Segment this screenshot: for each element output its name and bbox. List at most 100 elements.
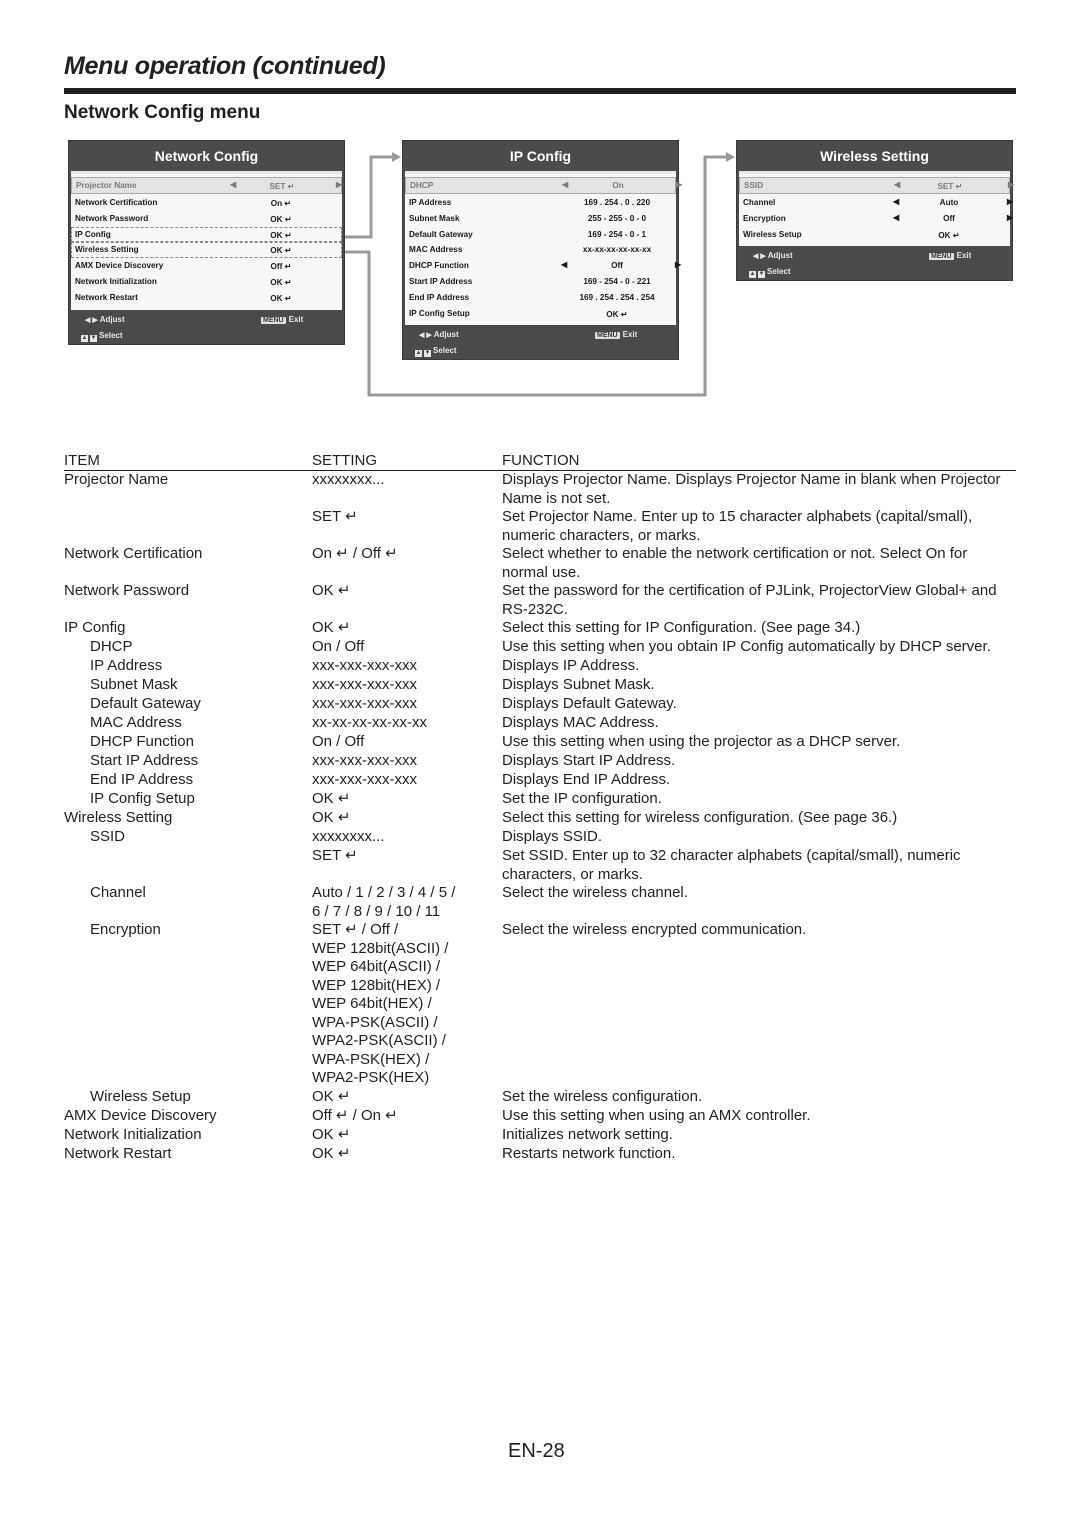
menu-item-value: On xyxy=(612,181,624,190)
menu-item[interactable]: DHCP On ◀ ▶ xyxy=(405,177,682,194)
left-arrow-icon[interactable]: ◀ xyxy=(561,260,567,269)
exit-hint[interactable]: MENU Exit xyxy=(595,330,638,340)
menu-item[interactable]: DHCP Function Off ◀ ▶ xyxy=(405,258,681,274)
setting-line: xx-xx-xx-xx-xx-xx xyxy=(312,714,427,731)
menu-item[interactable]: End IP Address 169 . 254 . 254 . 254 xyxy=(405,290,676,306)
select-hint: ▲ ▼ Select xyxy=(415,346,457,358)
menu-item-value: OK ↵ xyxy=(270,277,292,287)
table-row: SET ↵ Set Projector Name. Enter up to 15 … xyxy=(64,508,1016,545)
menu-footer: ◀ ▶ Adjust ▲ ▼ Select MENU Exit xyxy=(69,310,344,344)
menu-item-label: Encryption xyxy=(743,213,786,223)
menu-item-value: Off xyxy=(943,213,955,223)
menu-item[interactable]: IP Config Setup OK ↵ xyxy=(405,306,676,322)
setting-line: xxxxxxxx... xyxy=(312,828,385,845)
menu-item[interactable]: Subnet Mask 255 - 255 - 0 - 0 xyxy=(405,211,676,227)
menu-item-value: OK ↵ xyxy=(606,309,628,319)
table-row: IP Config OK ↵ Select this setting for IP … xyxy=(64,619,1016,638)
select-label: Select xyxy=(767,267,791,277)
menu-item-label: DHCP xyxy=(410,181,434,190)
menu-item-label: IP Config xyxy=(75,229,111,239)
item-cell: Wireless Setting xyxy=(64,809,173,826)
menu-item-label: Network Password xyxy=(75,213,149,223)
function-cell: Use this setting when using the projecto… xyxy=(502,733,901,750)
menu-item-label: Projector Name xyxy=(76,181,137,190)
setting-line: Off ↵ / On ↵ xyxy=(312,1107,398,1124)
setting-cell: SET ↵ xyxy=(312,847,492,866)
menu-item-value: 169 - 254 - 0 - 221 xyxy=(583,276,651,286)
item-cell: Projector Name xyxy=(64,471,169,488)
setting-cell: xxx-xxx-xxx-xxx xyxy=(312,657,492,676)
menu-item[interactable]: Channel Auto ◀ ▶ xyxy=(739,195,1013,211)
left-right-arrows-icon: ◀ ▶ xyxy=(85,316,98,324)
setting-line: xxx-xxx-xxx-xxx xyxy=(312,676,417,693)
setting-cell: SET ↵ xyxy=(312,508,492,527)
setting-line: WEP 64bit(ASCII) / xyxy=(312,958,441,975)
right-arrow-icon[interactable]: ▶ xyxy=(1007,213,1013,222)
setting-line: OK ↵ xyxy=(312,809,351,826)
adjust-hint: ◀ ▶ Adjust xyxy=(85,315,125,324)
exit-label: Exit xyxy=(622,330,638,340)
menu-item-value: Off ↵ xyxy=(270,262,292,272)
item-cell: Network Restart xyxy=(64,1145,172,1162)
table-row: DHCP Function On / Off Use this setting wh… xyxy=(64,733,1016,752)
menu-item[interactable]: Network Password OK ↵ xyxy=(71,211,342,227)
menu-item[interactable]: Projector Name SET ↵ ◀ ▶ xyxy=(71,177,342,194)
menu-item[interactable]: SSID SET ↵ ◀ ▶ xyxy=(739,177,1014,194)
menu-body: DHCP On ◀ ▶ IP Address 169 . 254 . 0 . 220 Sub… xyxy=(405,171,682,326)
menu-item-value: OK ↵ xyxy=(270,214,292,224)
item-cell: Start IP Address xyxy=(90,752,199,769)
menu-item[interactable]: IP Address 169 . 254 . 0 . 220 xyxy=(405,195,676,211)
menu-item[interactable]: Encryption Off ◀ ▶ xyxy=(739,211,1013,227)
right-arrow-icon[interactable]: ▶ xyxy=(675,260,681,269)
down-arrow-icon: ▼ xyxy=(90,334,97,342)
exit-hint[interactable]: MENU Exit xyxy=(261,315,303,324)
adjust-label: Adjust xyxy=(767,251,793,261)
setting-cell: xxx-xxx-xxx-xxx xyxy=(312,676,492,695)
menu-body: SSID SET ↵ ◀ ▶ Channel Auto ◀ ▶ Encryption Off ◀ ▶ W… xyxy=(739,171,1014,247)
menu-item-label: End IP Address xyxy=(409,292,470,302)
menu-item-value: xx-xx-xx-xx-xx-xx xyxy=(582,245,652,255)
right-arrow-icon[interactable]: ▶ xyxy=(1007,197,1013,206)
menu-item[interactable]: Network Restart OK ↵ xyxy=(71,290,342,306)
menu-item[interactable]: Start IP Address 169 - 254 - 0 - 221 xyxy=(405,274,676,290)
menu-item-value: 169 - 254 - 0 - 1 xyxy=(587,229,647,239)
left-arrow-icon[interactable]: ◀ xyxy=(893,197,899,206)
right-arrow-icon[interactable]: ▶ xyxy=(1008,180,1014,189)
item-cell: Network Certification xyxy=(64,545,203,562)
menu-footer: ◀ ▶ Adjust ▲ ▼ Select MENU Exit xyxy=(737,246,1012,280)
function-cell: Set the wireless configuration. xyxy=(502,1088,703,1105)
right-arrow-icon[interactable]: ▶ xyxy=(676,180,682,189)
left-arrow-icon[interactable]: ◀ xyxy=(562,180,568,189)
menu-item-value: SET ↵ xyxy=(937,182,963,191)
left-arrow-icon[interactable]: ◀ xyxy=(230,180,236,189)
setting-line: WPA2-PSK(ASCII) / xyxy=(312,1032,446,1049)
menu-item[interactable]: Network Initialization OK ↵ xyxy=(71,274,342,290)
menu-item-value: SET ↵ xyxy=(269,182,295,191)
function-cell: Displays SSID. xyxy=(502,828,603,845)
left-arrow-icon[interactable]: ◀ xyxy=(894,180,900,189)
menu-item-label: IP Config Setup xyxy=(409,308,470,318)
menu-item[interactable]: AMX Device Discovery Off ↵ xyxy=(71,258,342,274)
select-label: Select xyxy=(99,330,123,340)
menu-title: Network Config xyxy=(69,141,344,171)
menu-item-label: Wireless Setting xyxy=(75,245,139,255)
table-row: Wireless Setup OK ↵ Set the wireless confi… xyxy=(64,1088,1016,1107)
menu-item[interactable]: Wireless Setup OK ↵ xyxy=(739,227,1010,243)
menu-item-label: Network Restart xyxy=(75,292,138,302)
exit-hint[interactable]: MENU Exit xyxy=(929,251,971,261)
menu-item[interactable]: MAC Address xx-xx-xx-xx-xx-xx xyxy=(405,242,676,258)
item-cell: Network Initialization xyxy=(64,1126,202,1143)
table-row: AMX Device Discovery Off ↵ / On ↵ Use this… xyxy=(64,1107,1016,1126)
menu-item-label: Network Certification xyxy=(75,198,158,207)
menu-item-label: Channel xyxy=(743,198,776,207)
right-arrow-icon[interactable]: ▶ xyxy=(336,180,342,189)
menu-item-value: OK ↵ xyxy=(270,293,292,303)
menu-item-label: DHCP Function xyxy=(409,261,469,271)
menu-item[interactable]: IP Config OK ↵ xyxy=(71,226,342,243)
function-cell: Initializes network setting. xyxy=(502,1126,673,1143)
menu-item[interactable]: Wireless Setting OK ↵ xyxy=(71,242,342,259)
menu-item[interactable]: Default Gateway 169 - 254 - 0 - 1 xyxy=(405,227,676,243)
menu-item[interactable]: Network Certification On ↵ xyxy=(71,195,342,211)
left-arrow-icon[interactable]: ◀ xyxy=(893,213,899,222)
function-cell: Set Projector Name. Enter up to 15 chara… xyxy=(502,508,973,544)
